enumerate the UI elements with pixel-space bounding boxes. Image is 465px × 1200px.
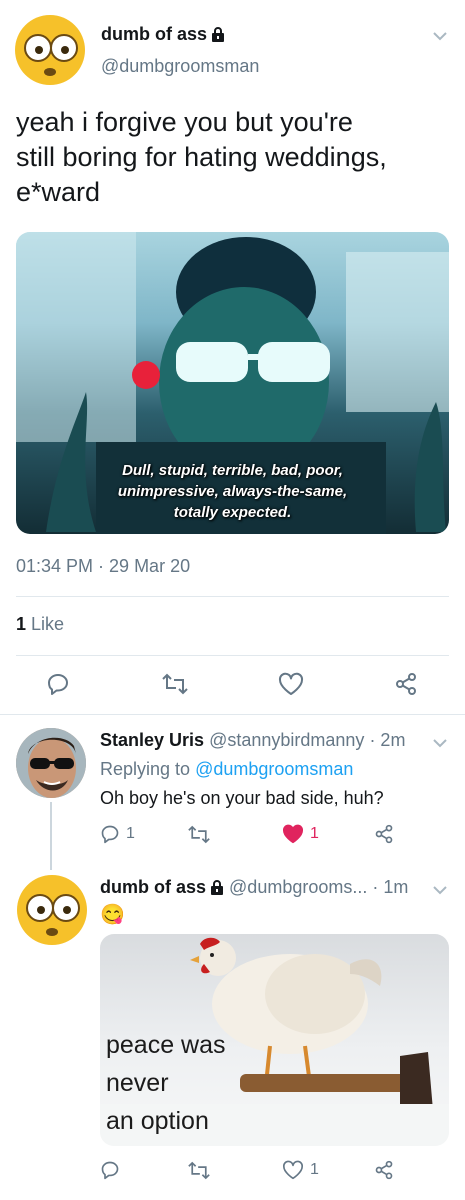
- retweet-button[interactable]: [162, 673, 188, 695]
- reply1-time[interactable]: · 2m: [369, 730, 405, 750]
- reply1-avatar[interactable]: [16, 728, 86, 798]
- reply1-header: Stanley Uris @stannybirdmanny · 2m: [100, 730, 405, 751]
- divider: [16, 596, 449, 597]
- reply1-text: Oh boy he's on your bad side, huh?: [100, 788, 384, 808]
- share-button[interactable]: [394, 672, 418, 696]
- like-button[interactable]: [278, 672, 304, 696]
- reply-icon: [100, 1160, 120, 1180]
- reply2-emoji: 😋: [100, 904, 125, 926]
- share-icon: [394, 672, 418, 696]
- caption-line: totally expected.: [173, 504, 292, 521]
- tweet-text-line: e*ward: [16, 177, 101, 207]
- reply-icon: [46, 672, 70, 696]
- thread-line: [50, 802, 52, 870]
- reply1-reply-button[interactable]: 1: [100, 824, 135, 844]
- reply2-share-button[interactable]: [374, 1160, 394, 1180]
- reply2-media[interactable]: peace was never an option: [100, 934, 449, 1146]
- likes-label: Like: [26, 614, 65, 634]
- main-author-handle[interactable]: @dumbgroomsman: [101, 56, 259, 77]
- reply1-share-button[interactable]: [374, 824, 394, 844]
- heart-icon: [278, 672, 304, 696]
- share-icon: [374, 1160, 394, 1180]
- tweet-text-line: still boring for hating weddings,: [16, 142, 387, 172]
- reply-button[interactable]: [46, 672, 70, 696]
- chevron-down-icon[interactable]: [432, 882, 448, 900]
- caption-line: unimpressive, always-the-same,: [117, 483, 348, 500]
- chevron-down-icon[interactable]: [432, 28, 448, 46]
- heart-icon: [282, 824, 304, 844]
- meme-line: an option: [106, 1107, 209, 1135]
- meme-line: peace was: [106, 1031, 226, 1059]
- reply2-reply-button[interactable]: [100, 1160, 120, 1180]
- reply1-like-button[interactable]: 1: [282, 824, 319, 844]
- likes-summary[interactable]: 1 Like: [16, 614, 64, 635]
- main-avatar[interactable]: [14, 14, 86, 86]
- reply2-author-handle[interactable]: @dumbgrooms...: [229, 877, 367, 897]
- author-name-text[interactable]: dumb of ass: [101, 24, 207, 44]
- reply2-retweet-button[interactable]: [188, 1161, 210, 1180]
- main-tweet-media[interactable]: Dull, stupid, terrible, bad, poor, unimp…: [16, 232, 449, 534]
- like-count: 1: [310, 825, 319, 842]
- heart-icon: [282, 1160, 304, 1180]
- reply1-retweet-button[interactable]: [188, 825, 210, 844]
- caption-line: Dull, stupid, terrible, bad, poor,: [122, 462, 343, 479]
- reply1-author-handle[interactable]: @stannybirdmanny: [209, 730, 364, 750]
- like-count: 1: [310, 1161, 319, 1178]
- retweet-icon: [188, 825, 210, 844]
- chevron-down-icon[interactable]: [432, 735, 448, 753]
- likes-count: 1: [16, 614, 27, 634]
- retweet-icon: [188, 1161, 210, 1180]
- meme-text: peace was never an option: [106, 1026, 226, 1140]
- lock-icon: [210, 879, 224, 900]
- divider: [16, 655, 449, 656]
- reply2-like-button[interactable]: 1: [282, 1160, 319, 1180]
- replying-prefix: Replying to: [100, 759, 196, 779]
- lock-icon: [211, 26, 225, 47]
- divider: [0, 714, 465, 715]
- reply2-avatar[interactable]: [16, 874, 88, 946]
- tweet-text-line: yeah i forgive you but you're: [16, 107, 353, 137]
- reply2-time[interactable]: · 1m: [372, 877, 408, 897]
- meme-line: never: [106, 1069, 169, 1097]
- main-tweet-text: yeah i forgive you but you're still bori…: [16, 105, 387, 210]
- share-icon: [374, 824, 394, 844]
- retweet-icon: [162, 673, 188, 695]
- media-caption: Dull, stupid, terrible, bad, poor, unimp…: [16, 460, 449, 523]
- reply-icon: [100, 824, 120, 844]
- tweet-timestamp[interactable]: 01:34 PM · 29 Mar 20: [16, 556, 190, 577]
- reply1-replying-to: Replying to @dumbgroomsman: [100, 759, 353, 780]
- reply2-author-name[interactable]: dumb of ass: [100, 877, 206, 897]
- reply-count: 1: [126, 825, 135, 842]
- reply1-author-name[interactable]: Stanley Uris: [100, 730, 204, 750]
- reply2-header: dumb of ass @dumbgrooms... · 1m: [100, 877, 408, 900]
- replying-handle-link[interactable]: @dumbgroomsman: [195, 759, 353, 779]
- main-author-name[interactable]: dumb of ass: [101, 24, 225, 47]
